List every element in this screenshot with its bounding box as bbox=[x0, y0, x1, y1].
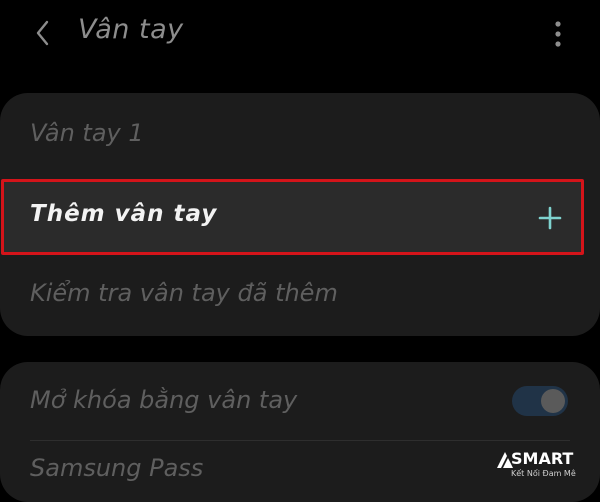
chevron-left-icon bbox=[36, 20, 49, 46]
brand-watermark: SMART Kết Nối Đam Mê bbox=[497, 448, 597, 488]
fingerprint-unlock-item[interactable]: Mở khóa bằng vân tay bbox=[0, 362, 600, 440]
samsung-pass-label: Samsung Pass bbox=[30, 454, 204, 482]
watermark-brand: SMART bbox=[511, 449, 574, 468]
check-fingerprints-label: Kiểm tra vân tay đã thêm bbox=[30, 279, 338, 307]
back-button[interactable] bbox=[28, 18, 58, 48]
plus-icon bbox=[538, 206, 562, 230]
fingerprint-unlock-toggle[interactable] bbox=[512, 386, 568, 416]
fingerprint-1-label: Vân tay 1 bbox=[30, 119, 144, 147]
more-options-button[interactable] bbox=[546, 18, 570, 50]
check-added-fingerprints-item[interactable]: Kiểm tra vân tay đã thêm bbox=[0, 261, 600, 331]
page-title: Vân tay bbox=[78, 14, 184, 45]
more-vert-icon bbox=[555, 21, 561, 47]
add-fingerprint-label: Thêm vân tay bbox=[30, 201, 218, 227]
add-fingerprint-button[interactable]: Thêm vân tay bbox=[1, 179, 584, 255]
toggle-knob bbox=[541, 389, 565, 413]
app-header: Vân tay bbox=[0, 0, 600, 70]
divider bbox=[30, 440, 570, 441]
watermark-tagline: Kết Nối Đam Mê bbox=[511, 469, 576, 478]
fingerprint-list-card: Vân tay 1 Thêm vân tay Kiểm tra vân tay … bbox=[0, 93, 600, 336]
list-item-fingerprint-1[interactable]: Vân tay 1 bbox=[0, 93, 600, 181]
fingerprint-unlock-label: Mở khóa bằng vân tay bbox=[30, 386, 298, 414]
